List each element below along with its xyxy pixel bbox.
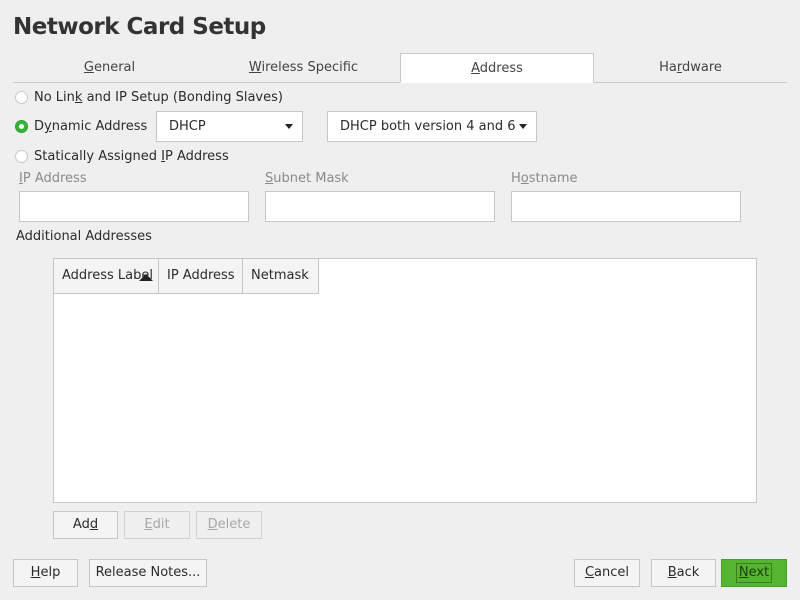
radio-button[interactable] (15, 91, 28, 104)
next-button[interactable]: Next (721, 559, 787, 587)
dhcp-version-select[interactable]: DHCP both version 4 and 6 (327, 111, 537, 142)
chevron-down-icon (519, 124, 527, 129)
subnet-mask-label: Subnet Mask (265, 171, 349, 186)
ip-address-label: IP Address (19, 171, 87, 186)
delete-button[interactable]: Delete (196, 511, 262, 539)
radio-label: Dynamic Address (34, 119, 148, 134)
tab-label-mnemonic: W (248, 60, 262, 75)
tab-label: ddress (479, 61, 523, 76)
radio-label: Statically Assigned IP Address (34, 149, 229, 164)
back-button[interactable]: Back (651, 559, 716, 587)
column-header-address-label[interactable]: Address Label (54, 259, 159, 294)
radio-button[interactable] (15, 150, 28, 163)
radio-no-link[interactable]: No Link and IP Setup (Bonding Slaves) (15, 90, 283, 105)
tab-label: ireless Specific (261, 60, 359, 75)
add-button[interactable]: Add (53, 511, 118, 539)
chevron-down-icon (285, 124, 293, 129)
tab-address[interactable]: Address (400, 53, 594, 83)
table-header: Address Label IP Address Netmask (54, 259, 319, 294)
additional-addresses-label: Additional Addresses (16, 229, 152, 244)
tab-label: dware (681, 60, 722, 75)
column-header-text: IP Address (167, 268, 235, 283)
tab-label: Ha (659, 60, 677, 75)
ip-address-input[interactable] (19, 191, 249, 222)
tab-general[interactable]: General (13, 53, 206, 83)
tab-bar: General Wireless Specific Address Hardwa… (13, 53, 787, 83)
tab-wireless-specific[interactable]: Wireless Specific (207, 53, 400, 83)
help-button[interactable]: Help (13, 559, 78, 587)
radio-dynamic-address[interactable]: Dynamic Address (15, 119, 147, 134)
tab-label-mnemonic: G (83, 60, 94, 75)
radio-button-checked[interactable] (15, 120, 28, 133)
column-header-netmask[interactable]: Netmask (243, 259, 319, 294)
sort-ascending-icon (139, 274, 153, 281)
radio-static-address[interactable]: Statically Assigned IP Address (15, 149, 229, 164)
page-title: Network Card Setup (13, 14, 266, 40)
subnet-mask-input[interactable] (265, 191, 495, 222)
tab-label-mnemonic: A (471, 61, 480, 76)
dhcp-mode-select[interactable]: DHCP (156, 111, 303, 142)
edit-button[interactable]: Edit (124, 511, 190, 539)
column-header-text: Netmask (251, 268, 309, 283)
tab-label: eneral (93, 60, 136, 75)
additional-addresses-table[interactable]: Address Label IP Address Netmask (53, 258, 757, 503)
dhcp-version-value: DHCP both version 4 and 6 (340, 119, 516, 134)
cancel-button[interactable]: Cancel (574, 559, 640, 587)
tab-hardware[interactable]: Hardware (594, 53, 787, 83)
radio-label: No Link and IP Setup (Bonding Slaves) (34, 90, 283, 105)
dhcp-mode-value: DHCP (169, 119, 206, 134)
hostname-label: Hostname (511, 171, 578, 186)
next-button-focus: Next (735, 563, 773, 583)
release-notes-button[interactable]: Release Notes... (89, 559, 207, 587)
hostname-input[interactable] (511, 191, 741, 222)
column-header-ip-address[interactable]: IP Address (159, 259, 243, 294)
